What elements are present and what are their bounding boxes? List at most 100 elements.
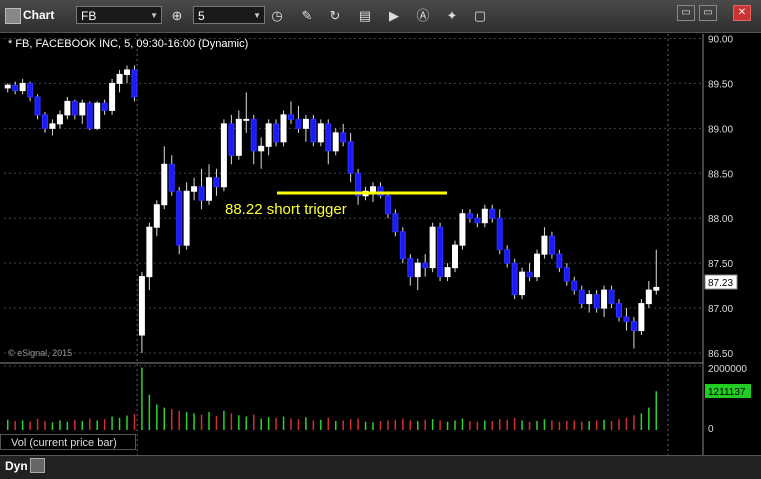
volume-tick-bottom: 0: [708, 424, 714, 435]
candle-body: [630, 321, 637, 332]
candle-body: [124, 69, 130, 75]
candle-body: [71, 100, 78, 116]
candle-body: [49, 123, 56, 129]
candle-body: [616, 303, 622, 318]
candle-body: [422, 262, 429, 269]
price-tick-label: 89.50: [708, 79, 733, 90]
candle-body: [228, 123, 235, 156]
candle-body: [288, 114, 294, 120]
candle-body: [608, 289, 615, 305]
candle-body: [64, 100, 71, 116]
candle-body: [370, 186, 376, 192]
copyright: © eSignal, 2015: [8, 348, 73, 358]
candle-body: [86, 102, 93, 129]
candle-body: [56, 114, 63, 125]
candle-body: [79, 102, 86, 116]
trigger-annotation: 88.22 short trigger: [225, 201, 347, 218]
price-tick-label: 86.50: [708, 349, 733, 360]
candle-body: [347, 141, 354, 174]
candle-body: [474, 217, 481, 224]
candle-body: [496, 217, 503, 251]
price-chart[interactable]: 90.00 89.50 89.00 88.50 88.00 87.50 87.00 86.50…: [0, 0, 761, 478]
candle-body: [399, 231, 406, 260]
candle-body: [146, 226, 153, 278]
candle-body: [310, 118, 317, 143]
candle-body: [12, 84, 19, 92]
price-tick-label: 88.00: [708, 214, 733, 225]
candle-body: [414, 262, 421, 278]
volume-tick-top: 2000000: [708, 364, 747, 375]
price-tick-label: 88.50: [708, 169, 733, 180]
candle-body: [459, 213, 466, 246]
candle-body: [534, 253, 540, 278]
chart-header: * FB, FACEBOOK INC, 5, 09:30-16:00 (Dyna…: [8, 38, 249, 50]
current-volume-label: 1211137: [708, 387, 746, 398]
candle-body: [19, 82, 26, 92]
candle-body: [541, 235, 548, 255]
candle-body: [265, 123, 272, 147]
volume-label: Vol (current price bar): [0, 434, 136, 450]
candle-body: [206, 177, 212, 201]
current-price-label: 87.23: [708, 278, 733, 289]
candle-body: [481, 208, 488, 224]
bottom-bar: Dyn: [0, 455, 761, 479]
candle-body: [556, 253, 563, 269]
candle-body: [4, 84, 11, 89]
candle-body: [198, 186, 205, 201]
candle-body: [340, 132, 347, 143]
candle-body: [168, 163, 175, 192]
grid: [0, 34, 704, 455]
price-tick-label: 90.00: [708, 34, 733, 45]
candle-body: [191, 186, 198, 192]
candle-body: [250, 118, 257, 152]
candle-body: [243, 118, 250, 121]
candle-body: [623, 316, 630, 323]
candle-body: [258, 145, 265, 152]
price-tick-label: 87.00: [708, 304, 733, 315]
candle-body: [571, 280, 578, 291]
candle-body: [109, 82, 116, 111]
candle-body: [489, 208, 496, 219]
price-axis: 90.00 89.50 89.00 88.50 88.00 87.50 87.00 86.50: [708, 34, 733, 360]
candle-body: [384, 195, 391, 215]
candle-body: [638, 303, 645, 332]
candle-body: [653, 286, 660, 291]
candle-body: [444, 267, 451, 278]
candle-body: [34, 96, 41, 116]
candle-body: [101, 102, 108, 111]
candle-body: [526, 271, 533, 278]
candle-body: [325, 123, 332, 152]
candle-body: [183, 190, 190, 246]
candle-body: [452, 244, 458, 269]
candle-body: [407, 258, 414, 278]
candle-body: [563, 267, 570, 282]
candle-body: [437, 226, 444, 278]
candle-body: [153, 204, 160, 228]
candle-body: [94, 102, 101, 129]
candle-body: [116, 73, 123, 84]
candle-body: [511, 262, 518, 296]
price-tick-label: 89.00: [708, 124, 733, 135]
candle-body: [519, 271, 526, 296]
candle-body: [578, 289, 585, 305]
candle-body: [176, 190, 183, 246]
candle-body: [302, 118, 309, 129]
volume-bars: [6, 367, 658, 430]
candle-body: [392, 213, 399, 233]
candle-body: [280, 114, 287, 143]
candle-body: [466, 213, 473, 219]
candle-body: [429, 226, 436, 269]
candle-body: [548, 235, 555, 255]
candle-body: [213, 177, 220, 188]
candle-body: [42, 114, 48, 129]
lock-icon[interactable]: [30, 458, 45, 473]
candle-body: [317, 123, 324, 143]
dyn-label[interactable]: Dyn: [5, 459, 28, 473]
candle-body: [601, 289, 608, 309]
candle-body: [295, 118, 302, 129]
candle-body: [504, 249, 511, 264]
candle-body: [593, 294, 600, 309]
candle-body: [138, 276, 145, 336]
candle-body: [131, 69, 138, 98]
candle-body: [273, 123, 280, 143]
